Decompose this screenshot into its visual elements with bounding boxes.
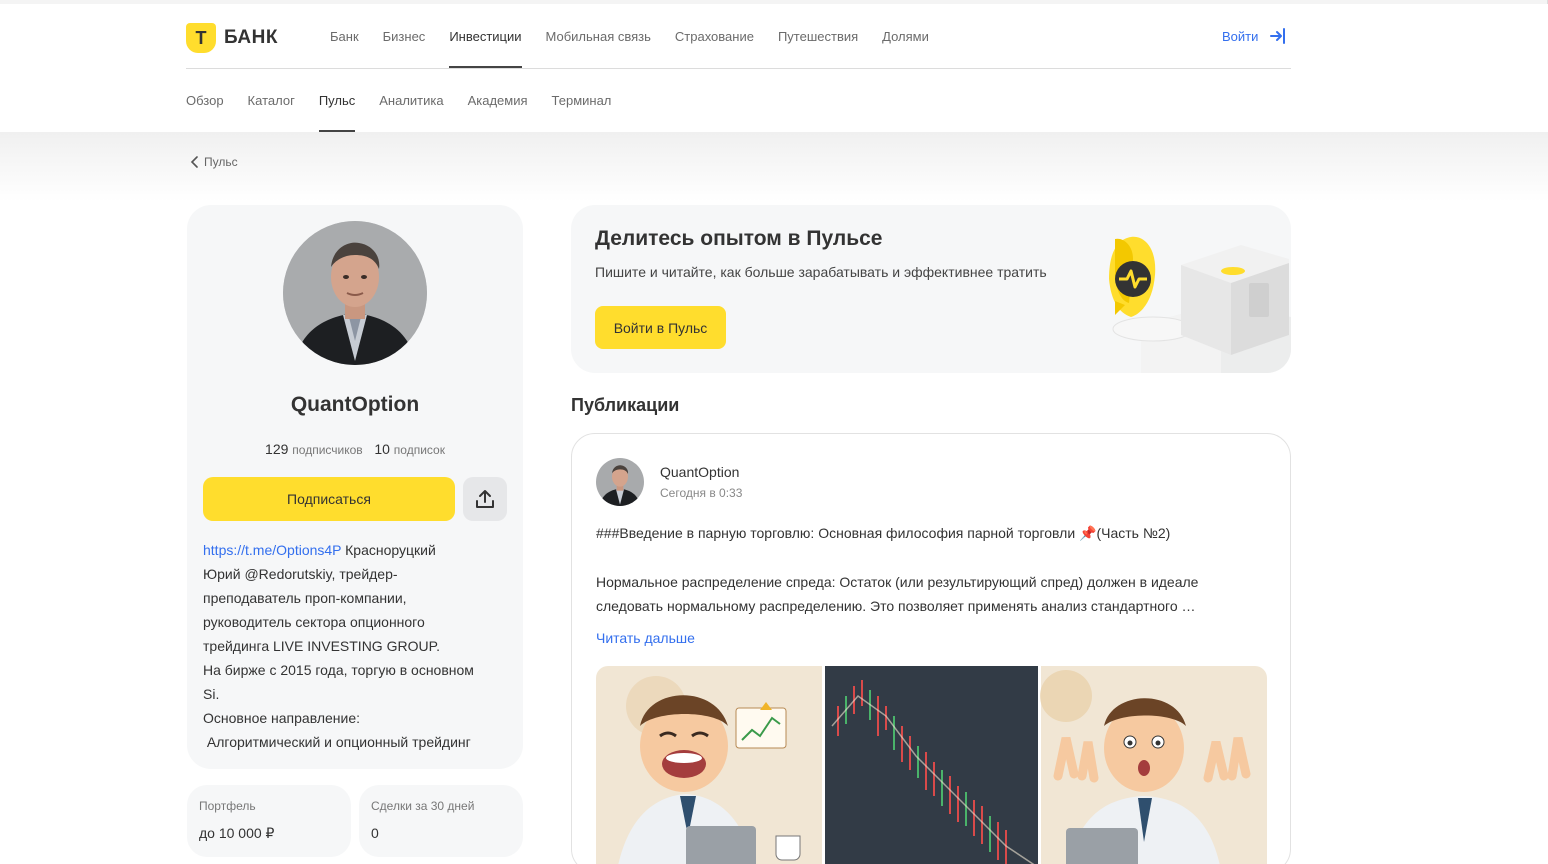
- profile-name: QuantOption: [290, 393, 420, 416]
- bio-line: Юрий @Redorutskiy, трейдер-: [203, 566, 398, 582]
- portfolio-label: Портфель: [199, 799, 256, 813]
- pulse-promo-banner: Делитесь опытом в Пульсе Пишите и читайт…: [571, 205, 1291, 373]
- nav-installments[interactable]: Долями: [882, 4, 929, 68]
- subscriptions-label: подписок: [393, 443, 445, 457]
- tab-catalog[interactable]: Каталог: [248, 68, 295, 132]
- bio-line: преподаватель проп-компании,: [203, 590, 407, 606]
- tab-analytics[interactable]: Аналитика: [379, 68, 443, 132]
- subscribers-label: подписчиков: [292, 443, 363, 457]
- tab-academy[interactable]: Академия: [468, 68, 528, 132]
- bio-line: На бирже с 2015 года, торгую в основном: [203, 662, 474, 678]
- post-author[interactable]: QuantOption: [660, 464, 739, 480]
- bio-line: трейдинга LIVE INVESTING GROUP.: [203, 638, 441, 654]
- deals-value: 0: [371, 825, 379, 841]
- publications-title: Публикации: [571, 395, 680, 415]
- sub-nav: Обзор Каталог Пульс Аналитика Академия Т…: [186, 68, 635, 132]
- nav-bank[interactable]: Банк: [330, 4, 359, 68]
- telegram-link[interactable]: https://t.me/Options4P: [203, 542, 341, 558]
- pulse-illustration-icon: [1109, 236, 1291, 373]
- logo-shield-icon: Т: [186, 23, 216, 53]
- logo-text: БАНК: [224, 27, 278, 48]
- subscribers-count[interactable]: 129: [265, 441, 288, 457]
- bio-line: руководитель сектора опционного: [203, 614, 425, 630]
- nav-insurance[interactable]: Страхование: [675, 4, 754, 68]
- share-icon: [476, 490, 494, 508]
- post-image[interactable]: [596, 666, 1267, 864]
- avatar: [283, 221, 427, 365]
- main-nav: Банк Бизнес Инвестиции Мобильная связь С…: [330, 4, 953, 68]
- post-illustration-icon: [596, 666, 1267, 864]
- login-arrow-icon: [1270, 28, 1286, 44]
- portfolio-value: до 10 000 ₽: [199, 825, 275, 841]
- back-link[interactable]: Пульс: [190, 155, 238, 169]
- post-time: Сегодня в 0:33: [660, 486, 743, 500]
- site-header: Т БАНК Банк Бизнес Инвестиции Мобильная …: [0, 4, 1548, 132]
- portfolio-card: Портфель до 10 000 ₽: [187, 785, 351, 857]
- post-card: QuantOption Сегодня в 0:33 ###Введение в…: [571, 433, 1291, 864]
- nav-investments[interactable]: Инвестиции: [449, 4, 522, 68]
- promo-text: Пишите и читайте, как больше зарабатыват…: [595, 264, 1047, 280]
- tab-pulse[interactable]: Пульс: [318, 68, 356, 132]
- subscribe-button[interactable]: Подписаться: [203, 477, 455, 521]
- nav-travel[interactable]: Путешествия: [778, 4, 858, 68]
- post-avatar[interactable]: [596, 458, 644, 506]
- back-label: Пульс: [204, 155, 238, 169]
- profile-bio: https://t.me/Options4P Красноруцкий Юрий…: [203, 538, 509, 754]
- share-button[interactable]: [463, 477, 507, 521]
- read-more-link[interactable]: Читать дальше: [596, 630, 695, 646]
- promo-title: Делитесь опытом в Пульсе: [595, 227, 883, 250]
- deals-label: Сделки за 30 дней: [371, 799, 475, 813]
- subscriptions-count[interactable]: 10: [374, 441, 390, 457]
- login-link[interactable]: Войти: [1222, 26, 1288, 46]
- chevron-left-icon: [190, 156, 198, 168]
- post-headline: ###Введение в парную торговлю: Основная …: [596, 525, 1171, 541]
- tab-terminal[interactable]: Терминал: [552, 68, 612, 132]
- deals-card: Сделки за 30 дней 0: [359, 785, 523, 857]
- profile-stats: 129 подписчиков 10 подписок: [187, 441, 523, 457]
- nav-business[interactable]: Бизнес: [383, 4, 426, 68]
- bank-logo[interactable]: Т БАНК: [186, 23, 278, 53]
- login-label: Войти: [1222, 28, 1259, 44]
- bio-line: Алгоритмический и опционный трейдинг: [203, 734, 471, 750]
- tab-overview[interactable]: Обзор: [186, 68, 224, 132]
- post-body: Нормальное распределение спреда: Остаток…: [596, 574, 1199, 614]
- nav-mobile[interactable]: Мобильная связь: [546, 4, 651, 68]
- pulse-login-button[interactable]: Войти в Пульс: [595, 306, 726, 349]
- bio-line: Si.: [203, 686, 220, 702]
- profile-card: QuantOption 129 подписчиков 10 подписок …: [187, 205, 523, 769]
- bio-line: Красноруцкий: [341, 542, 436, 558]
- bio-line: Основное направление:: [203, 710, 361, 726]
